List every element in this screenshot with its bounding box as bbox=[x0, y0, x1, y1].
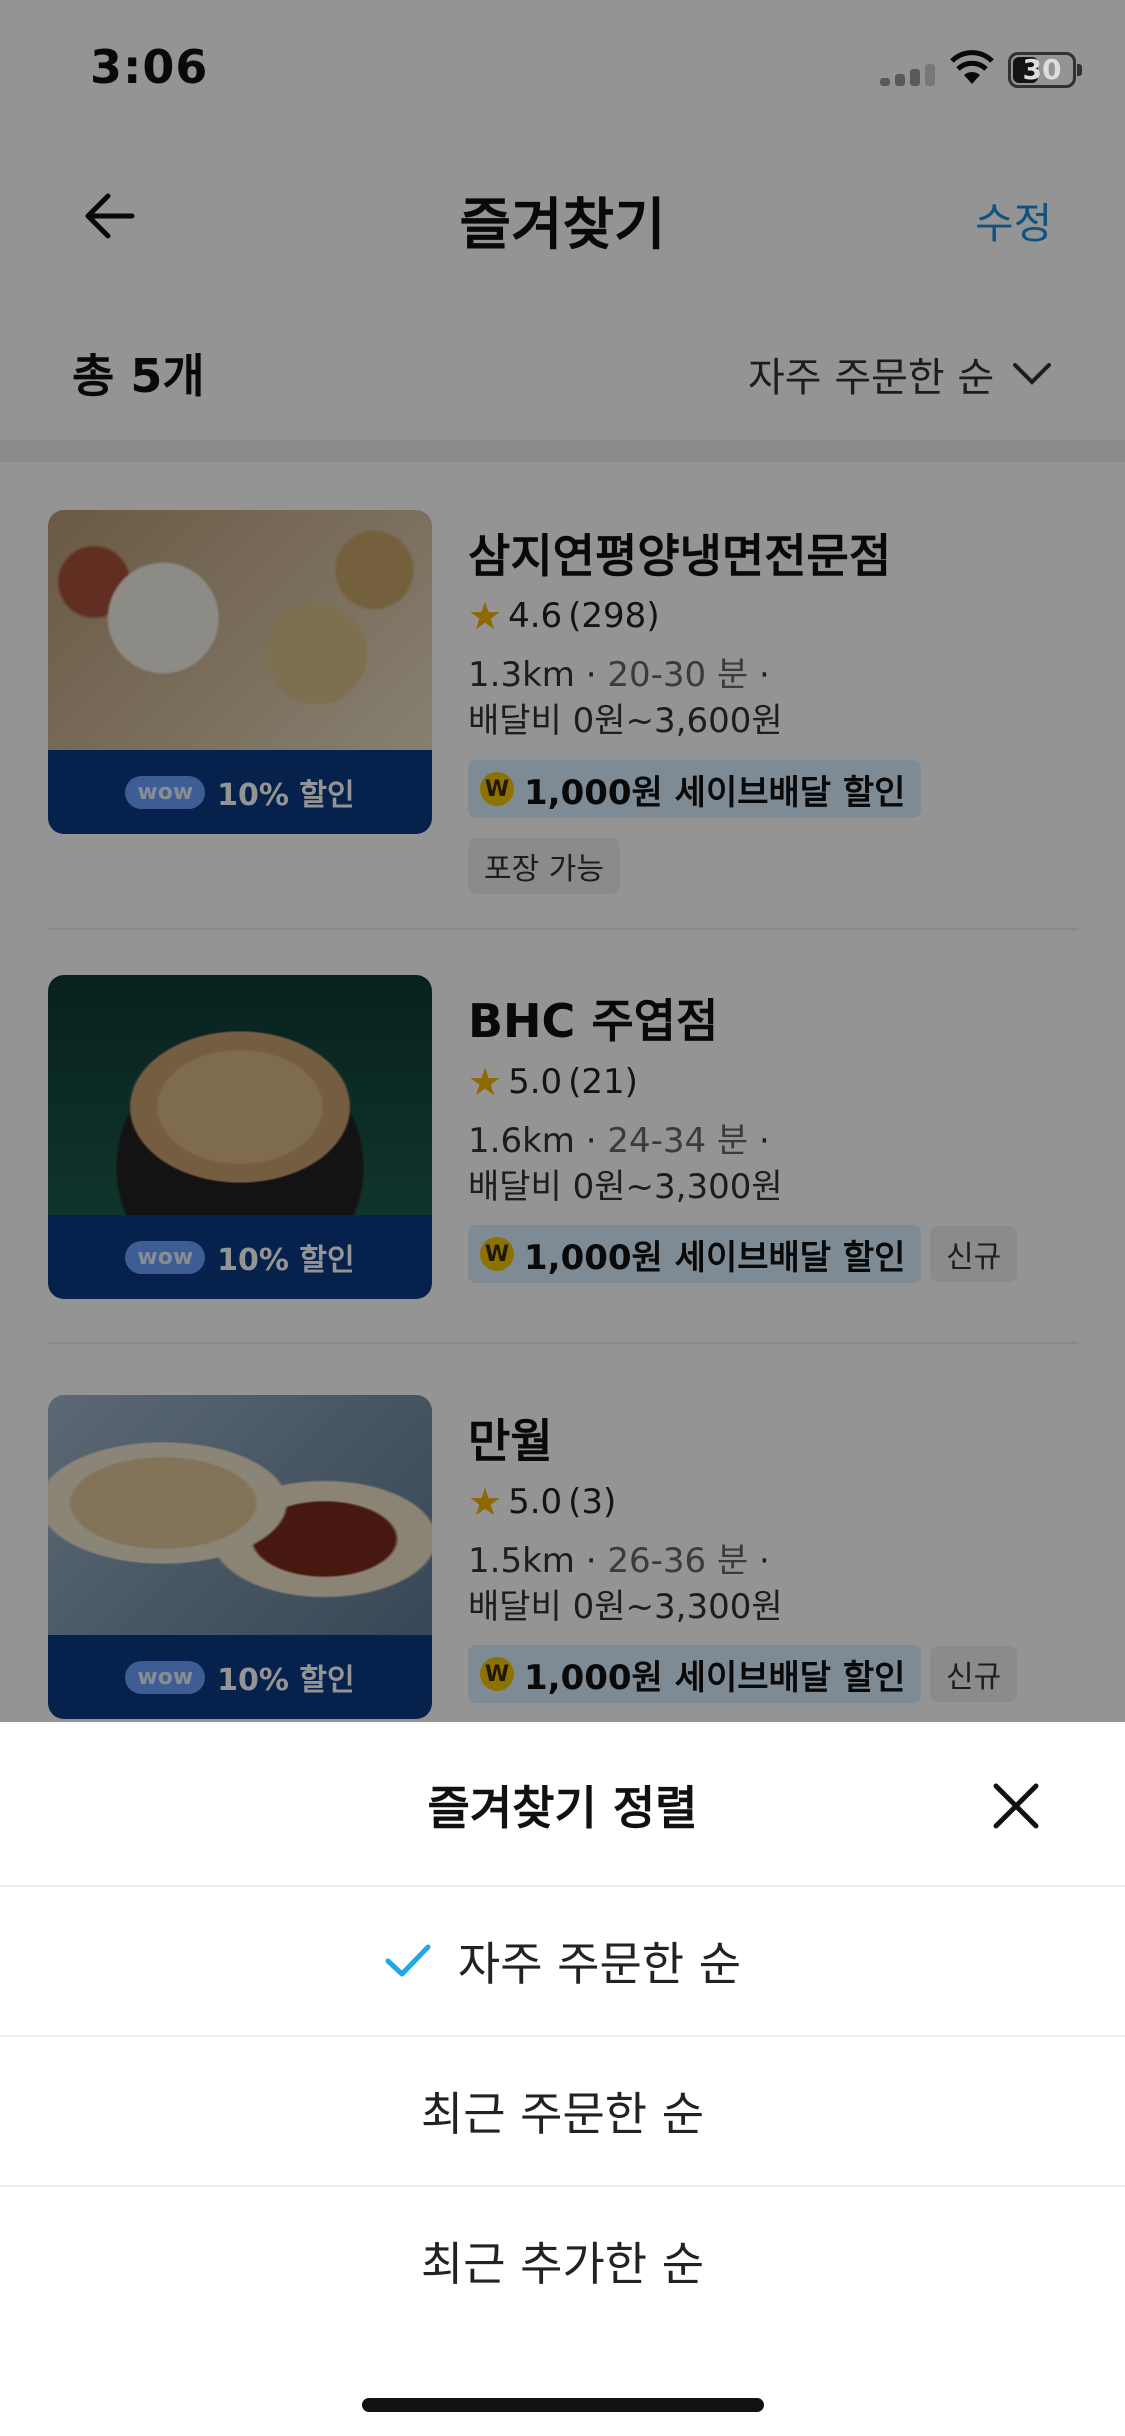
sort-option-label: 최근 주문한 순 bbox=[420, 2087, 705, 2141]
home-indicator[interactable] bbox=[362, 2398, 764, 2412]
sort-option-frequent[interactable]: 자주 주문한 순 bbox=[0, 1887, 1125, 2035]
modal-backdrop[interactable] bbox=[0, 0, 1125, 1722]
sheet-title: 즐겨찾기 정렬 bbox=[427, 1781, 698, 1835]
sort-option-recent-order[interactable]: 최근 주문한 순 bbox=[0, 2037, 1125, 2185]
check-icon bbox=[385, 1944, 431, 1977]
sort-option-label: 자주 주문한 순 bbox=[457, 1937, 742, 1991]
battery-level: 30 bbox=[1022, 53, 1062, 86]
sort-option-label: 최근 추가한 순 bbox=[420, 2237, 705, 2291]
close-icon[interactable] bbox=[990, 1780, 1042, 1832]
sort-option-recent-added[interactable]: 최근 추가한 순 bbox=[0, 2187, 1125, 2335]
